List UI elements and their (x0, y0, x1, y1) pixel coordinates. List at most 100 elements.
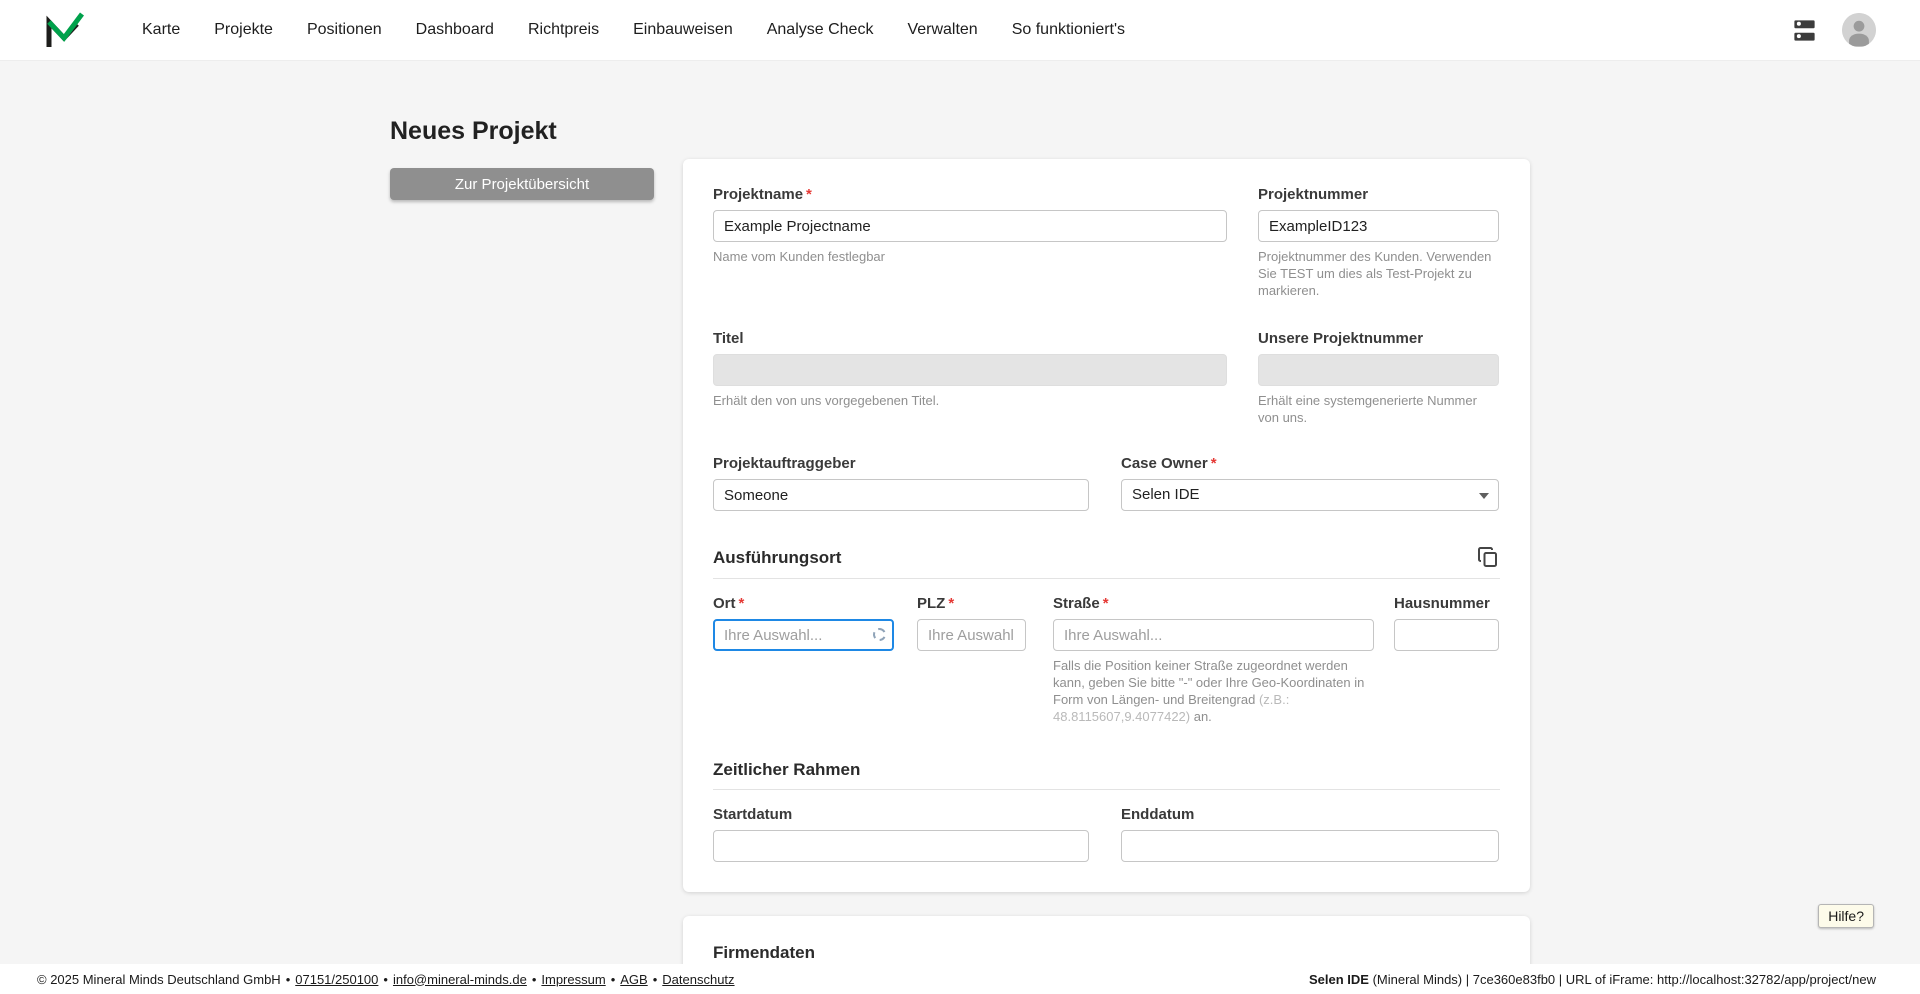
server-icon[interactable] (1791, 17, 1818, 44)
nav-item-richtpreis[interactable]: Richtpreis (528, 21, 599, 39)
nav-item-projekte[interactable]: Projekte (214, 21, 273, 39)
required-asterisk: * (948, 595, 955, 612)
email-link[interactable]: info@mineral-minds.de (393, 972, 527, 987)
projektname-label: Projektname * (713, 186, 812, 203)
nav-item-dashboard[interactable]: Dashboard (416, 21, 494, 39)
nav-item-verwalten[interactable]: Verwalten (907, 21, 977, 39)
nav-item-positionen[interactable]: Positionen (307, 21, 382, 39)
required-asterisk: * (1102, 595, 1109, 612)
separator-dot: • (531, 971, 537, 987)
hausnummer-label: Hausnummer (1394, 595, 1490, 612)
avatar-icon (1842, 13, 1876, 47)
separator-dot: • (652, 971, 658, 987)
field-case-owner: Case Owner * Selen IDE (1121, 454, 1499, 511)
ort-label: Ort * (713, 595, 745, 612)
projektauftraggeber-input[interactable] (713, 479, 1089, 511)
field-projektname: Projektname* Name vom Kunden festlegbar (713, 185, 1227, 299)
form-row-auftraggeber-owner: Projektauftraggeber Case Owner* Selen ID… (713, 454, 1500, 511)
unsere-projektnummer-helper: Erhält eine systemgenerierte Nummer von … (1258, 393, 1477, 425)
unsere-projektnummer-input (1258, 354, 1499, 386)
project-form-card: Projektname* Name vom Kunden festlegbar … (683, 159, 1530, 892)
hausnummer-input[interactable] (1394, 619, 1499, 651)
required-asterisk: * (1210, 455, 1217, 472)
field-startdatum: Startdatum (713, 805, 1089, 862)
zeitlicher-rahmen-heading: Zeitlicher Rahmen (713, 760, 861, 779)
titel-label: Titel (713, 330, 744, 347)
back-to-project-overview-button[interactable]: Zur Projektübersicht (390, 168, 654, 200)
copyright-text: © 2025 Mineral Minds Deutschland GmbH (37, 971, 281, 987)
form-row-name-number: Projektname* Name vom Kunden festlegbar … (713, 185, 1500, 299)
mineral-minds-logo[interactable] (44, 11, 84, 49)
logo-icon (46, 12, 84, 47)
titel-helper: Erhält den von uns vorgegebenen Titel. (713, 393, 940, 408)
startdatum-label: Startdatum (713, 806, 793, 823)
case-owner-select[interactable]: Selen IDE (1121, 479, 1499, 511)
separator-dot: • (610, 971, 616, 987)
plz-input[interactable] (917, 619, 1026, 651)
session-info: Selen IDE (Mineral Minds) | 7ce360e83fb0… (1309, 972, 1876, 987)
unsere-projektnummer-label: Unsere Projektnummer (1258, 330, 1424, 347)
ausfuehrungsort-heading: Ausführungsort (713, 547, 842, 567)
titel-input (713, 354, 1227, 386)
main-nav: Karte Projekte Positionen Dashboard Rich… (142, 21, 1125, 39)
strasse-helper: Falls die Position keiner Straße zugeord… (1053, 658, 1365, 724)
nav-item-analyse-check[interactable]: Analyse Check (767, 21, 874, 39)
footer-links: © 2025 Mineral Minds Deutschland GmbH • … (37, 972, 735, 987)
projektnummer-input[interactable] (1258, 210, 1499, 242)
loading-spinner-icon (873, 628, 886, 641)
session-details: (Mineral Minds) | 7ce360e83fb0 | URL of … (1368, 971, 1876, 987)
projektnummer-helper: Projektnummer des Kunden. Verwenden Sie … (1258, 249, 1492, 298)
projektname-input[interactable] (713, 210, 1227, 242)
form-row-titel-nummer: Titel Erhält den von uns vorgegebenen Ti… (713, 329, 1500, 426)
enddatum-input[interactable] (1121, 830, 1499, 862)
plz-label: PLZ * (917, 595, 955, 612)
strasse-label: Straße * (1053, 595, 1109, 612)
case-owner-value: Selen IDE (1121, 479, 1499, 511)
copy-icon[interactable] (1476, 545, 1500, 569)
session-user: Selen IDE (1308, 971, 1369, 987)
startdatum-input[interactable] (713, 830, 1089, 862)
zeitlicher-rahmen-section-header: Zeitlicher Rahmen (713, 759, 1500, 780)
nav-item-einbauweisen[interactable]: Einbauweisen (633, 21, 733, 39)
projektnummer-label: Projektnummer (1258, 186, 1369, 203)
ort-input[interactable] (713, 619, 894, 651)
enddatum-label: Enddatum (1121, 806, 1195, 823)
footer: © 2025 Mineral Minds Deutschland GmbH • … (0, 964, 1920, 994)
field-unsere-projektnummer: Unsere Projektnummer Erhält eine systemg… (1258, 329, 1499, 426)
agb-link[interactable]: AGB (620, 972, 647, 987)
main-content: Neues Projekt Zur Projektübersicht Proje… (0, 61, 1920, 994)
user-avatar[interactable] (1842, 13, 1876, 47)
field-projektauftraggeber: Projektauftraggeber (713, 454, 1089, 511)
required-asterisk: * (806, 186, 812, 203)
header-actions (1791, 13, 1920, 47)
copy-icon-glyph (1478, 547, 1497, 567)
projektauftraggeber-label: Projektauftraggeber (713, 455, 856, 472)
date-fields-row: Startdatum Enddatum (713, 805, 1500, 862)
case-owner-label: Case Owner * (1121, 455, 1217, 472)
left-column: Neues Projekt Zur Projektübersicht (390, 116, 654, 994)
field-ort: Ort * (713, 594, 894, 725)
field-titel: Titel Erhält den von uns vorgegebenen Ti… (713, 329, 1227, 426)
nav-item-karte[interactable]: Karte (142, 21, 180, 39)
phone-link[interactable]: 07151/250100 (295, 972, 378, 987)
section-divider (713, 789, 1500, 790)
separator-dot: • (383, 971, 388, 987)
impressum-link[interactable]: Impressum (541, 972, 605, 987)
field-plz: PLZ * (917, 594, 1026, 725)
firmendaten-heading: Firmendaten (713, 943, 816, 962)
ausfuehrungsort-section-header: Ausführungsort (713, 545, 1500, 569)
section-divider (713, 578, 1500, 579)
location-fields-row: Ort* PLZ* Straße* Falls die Position k (713, 594, 1500, 725)
datenschutz-link[interactable]: Datenschutz (662, 972, 734, 987)
strasse-input[interactable] (1053, 619, 1374, 651)
nav-item-so-funktionierts[interactable]: So funktioniert's (1012, 21, 1125, 39)
field-enddatum: Enddatum (1121, 805, 1499, 862)
firmendaten-section-header: Firmendaten (713, 942, 1500, 963)
field-hausnummer: Hausnummer (1394, 594, 1499, 725)
help-button[interactable]: Hilfe? (1818, 904, 1874, 928)
field-projektnummer: Projektnummer Projektnummer des Kunden. … (1258, 185, 1499, 299)
required-asterisk: * (738, 595, 745, 612)
separator-dot: • (285, 971, 291, 987)
page-title: Neues Projekt (390, 117, 557, 145)
top-navbar: Karte Projekte Positionen Dashboard Rich… (0, 0, 1920, 61)
